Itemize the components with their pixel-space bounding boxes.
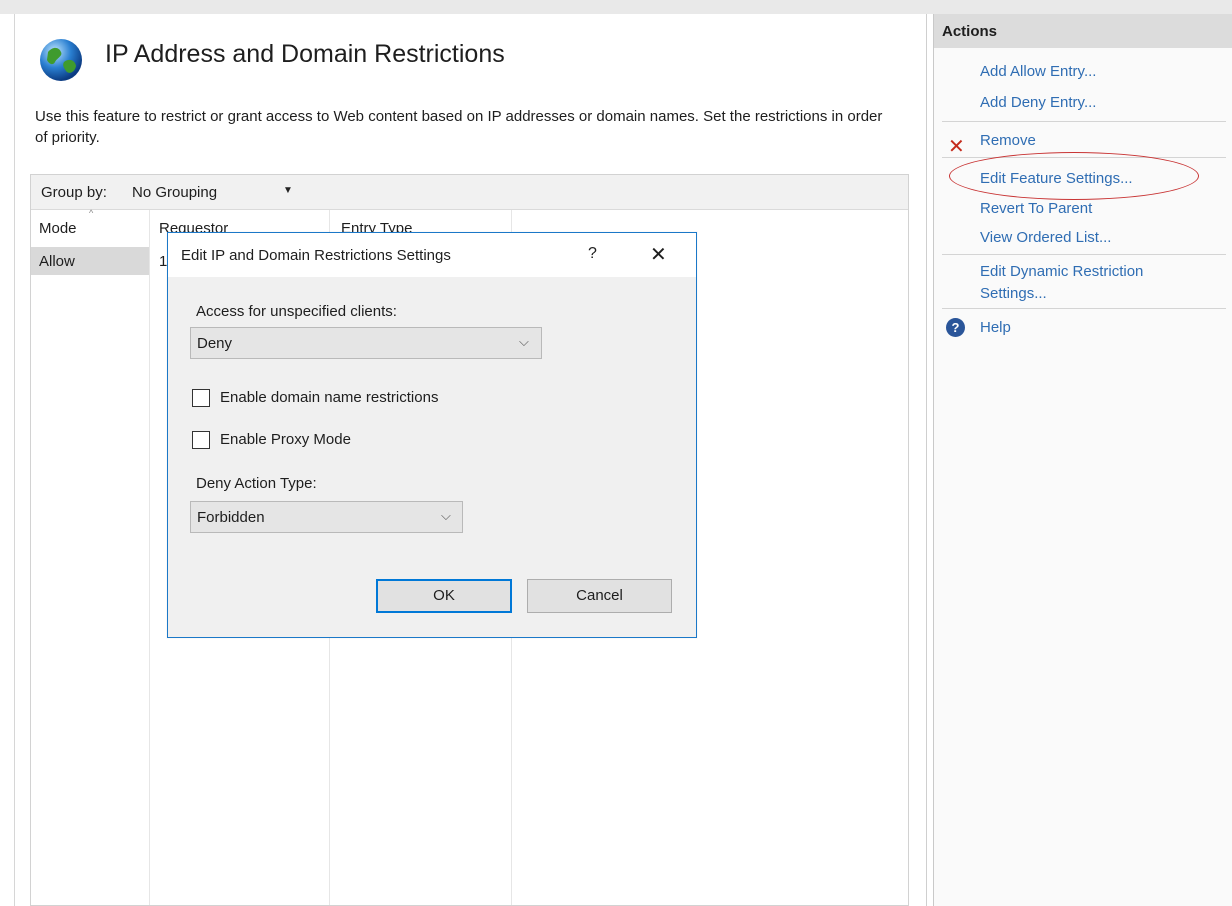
add-allow-entry-link[interactable]: Add Allow Entry... <box>980 63 1096 80</box>
cancel-button[interactable]: Cancel <box>527 579 672 613</box>
dropdown-caret-icon[interactable]: ▼ <box>283 185 293 196</box>
access-dropdown[interactable]: Deny ⌵ <box>190 327 542 359</box>
dialog-title: Edit IP and Domain Restrictions Settings <box>181 247 451 264</box>
access-label: Access for unspecified clients: <box>196 303 397 320</box>
help-link[interactable]: Help <box>980 319 1011 336</box>
separator <box>942 308 1226 309</box>
revert-to-parent-link[interactable]: Revert To Parent <box>980 200 1092 217</box>
separator <box>942 254 1226 255</box>
remove-x-icon[interactable]: ✕ <box>948 134 965 159</box>
edit-dynamic-restriction-link[interactable]: Edit Dynamic Restriction <box>980 263 1143 280</box>
remove-link[interactable]: Remove <box>980 132 1036 149</box>
chevron-down-icon: ⌵ <box>441 508 451 523</box>
separator <box>942 121 1226 122</box>
edit-settings-dialog: Edit IP and Domain Restrictions Settings… <box>167 232 697 638</box>
help-question-icon[interactable]: ? <box>588 245 597 263</box>
sort-ascending-icon: ^ <box>89 208 94 218</box>
deny-action-label: Deny Action Type: <box>196 475 317 492</box>
deny-action-dropdown[interactable]: Forbidden ⌵ <box>190 501 463 533</box>
feature-description: Use this feature to restrict or grant ac… <box>35 108 883 146</box>
column-header-mode[interactable]: Mode <box>39 220 77 237</box>
group-by-label: Group by: <box>41 184 107 201</box>
top-strip <box>0 0 1232 14</box>
actions-pane: Actions Add Allow Entry... Add Deny Entr… <box>933 14 1232 906</box>
globe-icon <box>40 39 82 81</box>
help-circle-icon[interactable]: ? <box>946 318 965 337</box>
dialog-titlebar: Edit IP and Domain Restrictions Settings… <box>168 233 696 277</box>
ok-button[interactable]: OK <box>376 579 512 613</box>
page-title: IP Address and Domain Restrictions <box>105 40 505 68</box>
annotation-oval <box>949 152 1199 200</box>
group-by-dropdown[interactable]: No Grouping <box>132 184 217 201</box>
close-icon[interactable]: ✕ <box>650 242 667 267</box>
enable-domain-label[interactable]: Enable domain name restrictions <box>220 389 438 406</box>
enable-domain-checkbox[interactable] <box>192 389 210 407</box>
actions-header: Actions <box>934 14 1232 48</box>
enable-proxy-label[interactable]: Enable Proxy Mode <box>220 431 351 448</box>
enable-proxy-checkbox[interactable] <box>192 431 210 449</box>
edit-dynamic-restriction-link-line2[interactable]: Settings... <box>980 285 1047 302</box>
cell-mode: Allow <box>39 253 75 270</box>
chevron-down-icon: ⌵ <box>519 334 529 349</box>
column-divider <box>149 210 150 905</box>
add-deny-entry-link[interactable]: Add Deny Entry... <box>980 94 1096 111</box>
group-by-bar: Group by: No Grouping ▼ <box>31 175 908 210</box>
view-ordered-list-link[interactable]: View Ordered List... <box>980 229 1111 246</box>
